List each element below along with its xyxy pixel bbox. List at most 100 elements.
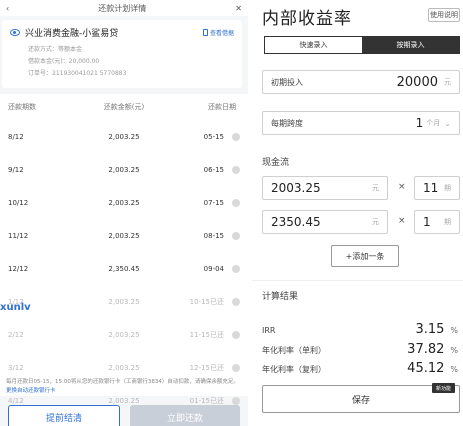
row-date: 01-15已还: [189, 396, 224, 405]
row-date: 10-15已还: [189, 297, 224, 306]
result-compound-rate: 年化利率（复利） 45.12 %: [262, 361, 458, 376]
select-circle-icon[interactable]: [232, 363, 240, 372]
row-date-cell: 06-15: [170, 166, 228, 174]
period-span-value[interactable]: 1: [416, 116, 424, 130]
row-date-cell: 08-15: [170, 232, 228, 240]
cashflow-amount-field[interactable]: 2350.45 元: [262, 210, 388, 234]
table-row[interactable]: 9/12 2,003.25 06-15: [0, 153, 248, 186]
new-feature-badge: 新功能: [432, 383, 456, 393]
cashflow-amount-field[interactable]: 2003.25 元: [262, 176, 388, 200]
calculator-title: 内部收益率: [262, 9, 352, 29]
loan-meta: 还款方式：等额本金 借款本金(元)：20,000.00 订单号：21193004…: [28, 44, 234, 80]
table-header: 还款期数 还款金额(元) 还款日期: [0, 94, 248, 120]
initial-investment-value[interactable]: 20000: [397, 75, 438, 90]
times-sign: ×: [398, 216, 406, 226]
result-value: 45.12: [407, 361, 445, 376]
results-title: 计算结果: [262, 292, 299, 302]
times-sign: ×: [398, 182, 406, 192]
row-date-cell: 07-15: [170, 199, 228, 207]
change-card-link[interactable]: 更换自动还款银行卡: [6, 388, 56, 394]
row-date: 09-04: [203, 264, 224, 273]
table-row[interactable]: 1/12 2,003.25 10-15已还: [0, 285, 248, 318]
select-circle-icon[interactable]: [232, 231, 240, 240]
row-date: 12-15已还: [189, 363, 224, 372]
row-period: 12/12: [8, 264, 29, 273]
back-icon[interactable]: ‹: [6, 4, 9, 13]
select-circle-icon[interactable]: [232, 297, 240, 306]
table-row[interactable]: 11/12 2,003.25 08-15: [0, 219, 248, 252]
prepay-button[interactable]: 提前结清: [8, 405, 120, 426]
header-date: 还款日期: [208, 103, 236, 111]
result-simple-rate: 年化利率（单利） 37.82 %: [262, 342, 458, 357]
top-bar: ‹ 还款计划详情 ✕: [0, 0, 248, 16]
table-row[interactable]: 2/12 2,003.25 11-15已还: [0, 318, 248, 351]
header-amount: 还款金额(元): [103, 103, 145, 111]
period-span-label: 每期跨度: [271, 118, 303, 128]
add-cashflow-button[interactable]: +添加一条: [331, 245, 399, 267]
irr-calculator-panel: 内部收益率 使用说明 快速录入 按期录入 初期投入 20000 元 每期跨度 1…: [252, 0, 463, 426]
cashflow-count-field[interactable]: 11 期: [414, 176, 460, 200]
row-amount: 2,003.25: [108, 231, 140, 240]
cashflow-amount[interactable]: 2350.45: [271, 215, 321, 229]
row-amount: 2,003.25: [108, 363, 140, 372]
repay-method: 还款方式：等额本金: [28, 46, 83, 53]
select-circle-icon[interactable]: [232, 132, 240, 141]
repayment-table: 还款期数 还款金额(元) 还款日期 8/12 2,003.25 05-15 9/12 2…: [0, 94, 248, 405]
row-date: 11-15已还: [189, 330, 224, 339]
row-date-cell: 05-15: [170, 133, 228, 141]
loan-card: 兴业消费金融-小鲨易贷 查看借据 还款方式：等额本金 借款本金(元)：20,00…: [2, 20, 242, 88]
select-circle-icon[interactable]: [232, 330, 240, 339]
table-row[interactable]: 10/12 2,003.25 07-15: [0, 186, 248, 219]
row-amount: 2,350.45: [108, 264, 140, 273]
page-title: 还款计划详情: [98, 3, 147, 13]
contract-link[interactable]: 查看借据: [202, 28, 234, 37]
cashflow-count-unit: 期: [444, 218, 451, 226]
result-label: IRR: [262, 326, 276, 335]
row-amount: 2,003.25: [108, 165, 140, 174]
row-period: 9/12: [8, 165, 24, 174]
input-mode-tabs: 快速录入 按期录入: [264, 36, 460, 54]
row-period: 10/12: [8, 198, 29, 207]
cashflow-count-field[interactable]: 1 期: [414, 210, 460, 234]
result-irr: IRR 3.15 %: [262, 322, 458, 337]
note-text: 每月还款日05-15，15:00将从您的还款银行卡（工商银行3834）自动扣款，…: [6, 379, 239, 385]
save-button[interactable]: 保存: [262, 385, 460, 413]
close-icon[interactable]: ✕: [235, 4, 242, 13]
loan-name: 兴业消费金融-小鲨易贷: [10, 26, 118, 39]
row-date: 06-15: [203, 165, 224, 174]
repayment-note: 每月还款日05-15，15:00将从您的还款银行卡（工商银行3834）自动扣款，…: [0, 378, 248, 396]
row-amount: 2,003.25: [108, 330, 140, 339]
cashflow-count[interactable]: 11: [423, 181, 438, 195]
row-amount: 2,003.25: [108, 132, 140, 141]
repay-now-button[interactable]: 立即还款: [130, 405, 240, 426]
row-date-cell: 01-15已还: [170, 396, 228, 406]
row-period: 3/12: [8, 363, 24, 372]
cashflow-unit: 元: [372, 218, 379, 226]
row-period: 4/12: [8, 396, 24, 405]
table-row[interactable]: 8/12 2,003.25 05-15: [0, 120, 248, 153]
row-date: 08-15: [203, 231, 224, 240]
tab-quick-input[interactable]: 快速录入: [265, 37, 362, 53]
contract-link-label[interactable]: 查看借据: [210, 28, 234, 37]
period-span-field[interactable]: 每期跨度 1 个月 ⌄: [262, 111, 460, 135]
cashflow-count[interactable]: 1: [423, 215, 431, 229]
document-icon: [202, 29, 208, 36]
divider: [252, 280, 463, 281]
loan-name-text: 兴业消费金融-小鲨易贷: [25, 29, 119, 39]
select-circle-icon[interactable]: [232, 198, 240, 207]
row-date: 07-15: [203, 198, 224, 207]
tab-period-input[interactable]: 按期录入: [362, 37, 459, 53]
table-row[interactable]: 12/12 2,350.45 09-04: [0, 252, 248, 285]
initial-investment-field[interactable]: 初期投入 20000 元: [262, 70, 460, 94]
select-circle-icon[interactable]: [232, 165, 240, 174]
select-circle-icon[interactable]: [232, 264, 240, 273]
row-amount: 2,003.25: [108, 198, 140, 207]
loan-principal: 借款本金(元)：20,000.00: [28, 58, 100, 65]
cashflow-title: 现金流: [262, 158, 290, 168]
cashflow-count-unit: 期: [444, 184, 451, 192]
chevron-down-icon[interactable]: ⌄: [444, 119, 451, 128]
help-button[interactable]: 使用说明: [428, 8, 460, 22]
select-circle-icon[interactable]: [232, 396, 240, 405]
cashflow-amount[interactable]: 2003.25: [271, 181, 321, 195]
row-date-cell: 11-15已还: [170, 330, 228, 340]
